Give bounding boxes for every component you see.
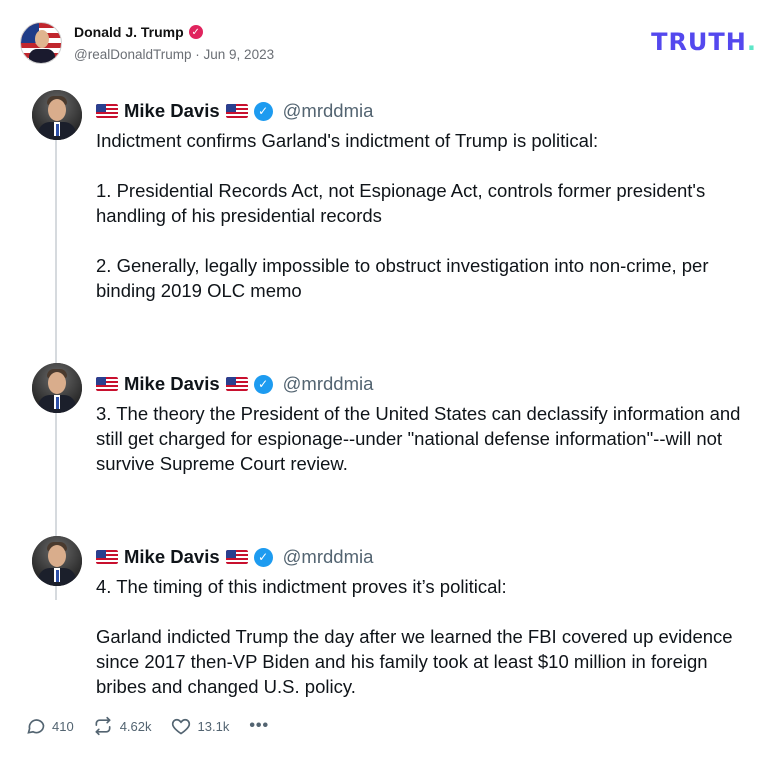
post-header: Donald J. Trump ✓ @realDonaldTrump · Jun… (20, 20, 757, 66)
tweet-line: 4. The timing of this indictment proves … (96, 576, 507, 597)
tweet-avatar[interactable] (32, 90, 82, 140)
retruth-icon (95, 716, 111, 736)
verified-check-icon: ✓ (253, 374, 273, 394)
us-flag-icon (225, 104, 248, 118)
author-name[interactable]: Donald J. Trump (74, 24, 184, 40)
meta-separator: · (195, 47, 200, 62)
verified-check-icon: ✓ (253, 101, 273, 121)
verified-badge-icon: ✓ (188, 25, 203, 39)
tweet-avatar[interactable] (32, 363, 82, 413)
post-actions: 410 4.62k 13.1k ••• (26, 716, 269, 736)
tweet-line: 3. The theory the President of the Unite… (96, 403, 741, 474)
tweet-display-name[interactable]: Mike Davis (124, 373, 220, 395)
us-flag-icon (96, 550, 118, 564)
us-flag-icon (96, 377, 118, 391)
author-meta: @realDonaldTrump · Jun 9, 2023 (74, 47, 274, 62)
reply-button[interactable]: 410 (26, 716, 74, 736)
tweet-header: Mike Davis ✓ @mrddmia (96, 373, 373, 395)
us-flag-icon (225, 550, 248, 564)
like-button[interactable]: 13.1k (170, 716, 230, 736)
tweet-header: Mike Davis ✓ @mrddmia (96, 546, 373, 568)
tweet-handle[interactable]: @mrddmia (283, 546, 374, 568)
retruth-button[interactable]: 4.62k (92, 716, 152, 736)
embedded-thread[interactable]: Mike Davis ✓ @mrddmia Indictment confirm… (20, 80, 757, 700)
us-flag-icon (96, 104, 118, 118)
reply-count: 410 (52, 718, 74, 734)
retruth-count: 4.62k (119, 718, 152, 734)
tweet-avatar[interactable] (32, 536, 82, 586)
tweet-header: Mike Davis ✓ @mrddmia (96, 100, 373, 122)
tweet-line: 1. Presidential Records Act, not Espiona… (96, 180, 706, 226)
tweet-handle[interactable]: @mrddmia (283, 100, 374, 122)
tweet-handle[interactable]: @mrddmia (283, 373, 374, 395)
author-handle[interactable]: @realDonaldTrump (74, 47, 192, 62)
author-avatar[interactable] (20, 22, 62, 64)
truth-logo[interactable]: TRUTH. (651, 28, 757, 56)
more-icon: ••• (249, 717, 270, 734)
tweet-line: 2. Generally, legally impossible to obst… (96, 255, 709, 301)
tweet-text: 3. The theory the President of the Unite… (96, 401, 756, 476)
truth-logo-dot: . (746, 28, 757, 56)
truth-logo-text: TRUTH (651, 28, 747, 56)
tweet-display-name[interactable]: Mike Davis (124, 546, 220, 568)
tweet-text: 4. The timing of this indictment proves … (96, 574, 756, 699)
verified-check-icon: ✓ (253, 547, 273, 567)
tweet-line: Garland indicted Trump the day after we … (96, 626, 733, 697)
reply-icon (27, 719, 45, 734)
tweet-line: Indictment confirms Garland's indictment… (96, 130, 599, 151)
tweet-text: Indictment confirms Garland's indictment… (96, 128, 756, 303)
like-count: 13.1k (197, 718, 230, 734)
author-name-row[interactable]: Donald J. Trump ✓ (74, 24, 203, 40)
us-flag-icon (225, 377, 248, 391)
tweet-display-name[interactable]: Mike Davis (124, 100, 220, 122)
more-button[interactable]: ••• (247, 717, 269, 735)
like-icon (171, 718, 190, 735)
post-date[interactable]: Jun 9, 2023 (204, 47, 275, 62)
